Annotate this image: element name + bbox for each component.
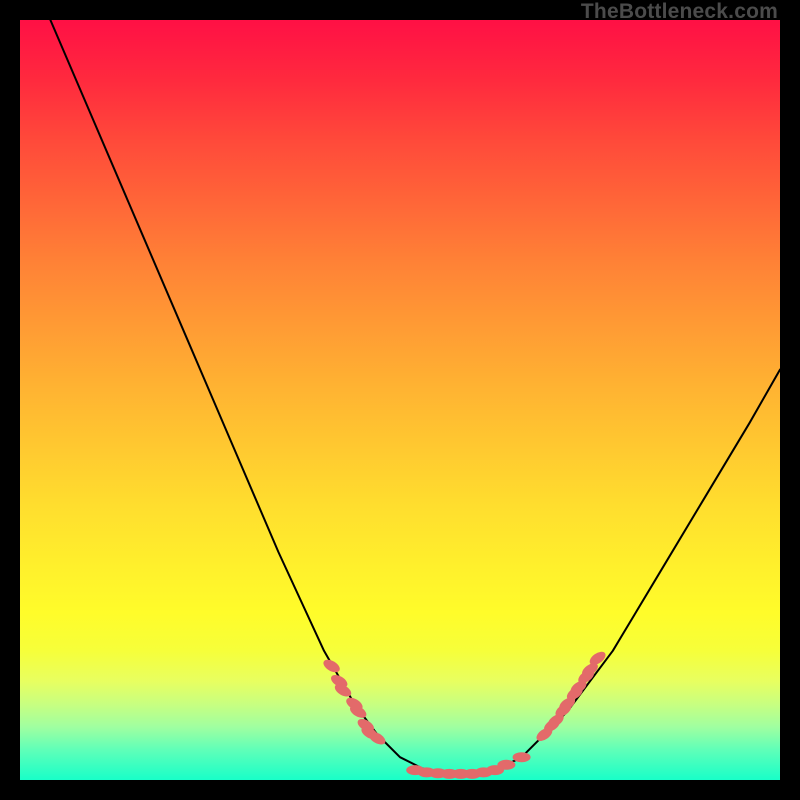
markers-bottom [406, 752, 530, 779]
marker-point [497, 760, 515, 770]
chart-plot [20, 20, 780, 780]
marker-point [321, 657, 342, 675]
marker-point [513, 752, 531, 762]
markers-left [321, 657, 387, 747]
markers-right [534, 649, 608, 744]
curve-line [50, 20, 780, 774]
